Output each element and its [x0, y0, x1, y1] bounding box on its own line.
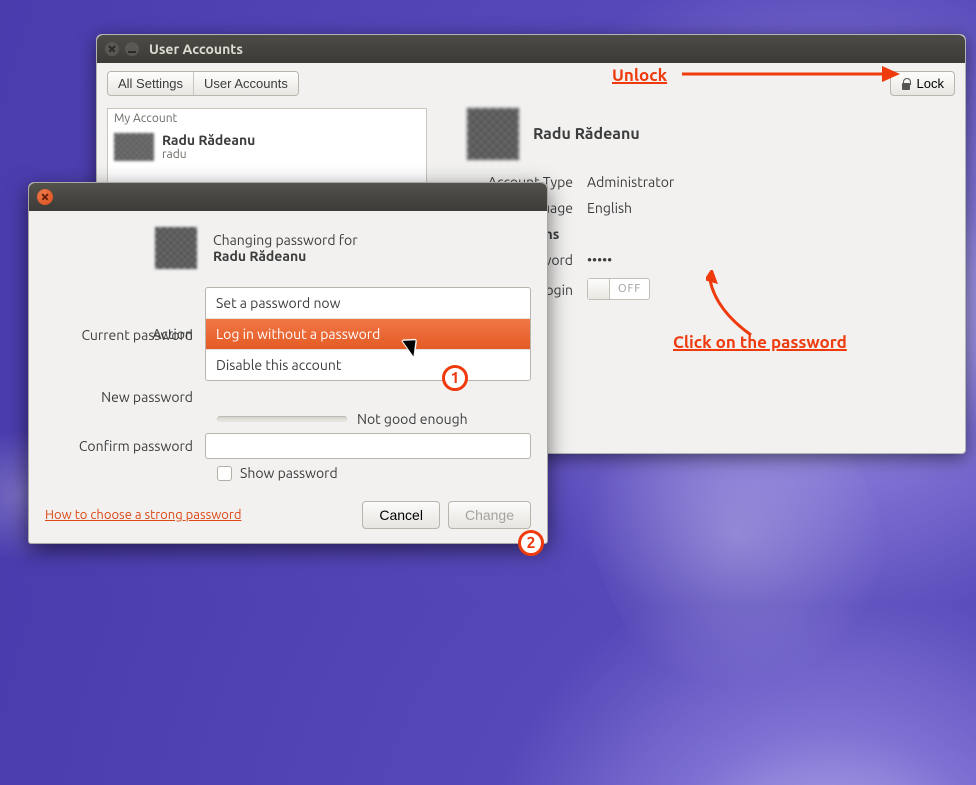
account-fullname[interactable]: Radu Rădeanu [533, 125, 640, 143]
password-strength-meter [217, 416, 347, 422]
breadcrumb: All Settings User Accounts [107, 71, 299, 96]
auto-login-toggle[interactable]: OFF [587, 278, 650, 300]
account-group-label: My Account [108, 109, 426, 128]
avatar-icon [114, 133, 154, 161]
show-password-label: Show password [240, 465, 338, 481]
breadcrumb-user-accounts[interactable]: User Accounts [194, 72, 298, 95]
confirm-password-input[interactable] [205, 433, 531, 459]
lock-icon [901, 78, 911, 90]
password-value[interactable]: ••••• [587, 252, 612, 268]
password-strength-text: Not good enough [357, 411, 468, 427]
auto-login-state: OFF [610, 283, 649, 295]
avatar-icon [155, 227, 197, 269]
avatar-icon[interactable] [467, 108, 519, 160]
language-value[interactable]: English [587, 200, 632, 216]
account-item-username: radu [162, 148, 255, 161]
breadcrumb-all-settings[interactable]: All Settings [108, 72, 194, 95]
action-dropdown[interactable]: Set a password now Log in without a pass… [205, 287, 531, 381]
changing-password-label: Changing password for [213, 232, 358, 248]
window-title: User Accounts [149, 41, 243, 57]
action-option-set-now[interactable]: Set a password now [206, 288, 530, 319]
window-close-icon[interactable] [105, 42, 119, 56]
account-item-fullname: Radu Rădeanu [162, 132, 255, 148]
cancel-button[interactable]: Cancel [362, 501, 440, 529]
titlebar: User Accounts [97, 35, 965, 63]
action-option-disable[interactable]: Disable this account [206, 350, 530, 380]
lock-button-label: Lock [917, 76, 944, 91]
account-type-value[interactable]: Administrator [587, 174, 674, 190]
confirm-password-label: Confirm password [45, 438, 205, 454]
lock-button[interactable]: Lock [890, 71, 955, 96]
dialog-close-icon[interactable] [37, 189, 53, 205]
annotation-badge-1: 1 [442, 365, 468, 391]
annotation-badge-2: 2 [518, 530, 544, 556]
change-password-dialog: Changing password for Radu Rădeanu Actio… [28, 182, 548, 544]
current-password-label: Current password [45, 327, 205, 343]
window-minimize-icon[interactable] [125, 42, 139, 56]
show-password-checkbox[interactable] [217, 466, 232, 481]
action-option-no-password[interactable]: Log in without a password [206, 319, 530, 350]
change-button[interactable]: Change [448, 501, 531, 529]
strong-password-help-link[interactable]: How to choose a strong password [45, 508, 241, 522]
dialog-titlebar [29, 183, 547, 211]
changing-password-user: Radu Rădeanu [213, 248, 358, 264]
new-password-label: New password [45, 389, 205, 405]
account-list-item[interactable]: Radu Rădeanu radu [108, 128, 426, 165]
